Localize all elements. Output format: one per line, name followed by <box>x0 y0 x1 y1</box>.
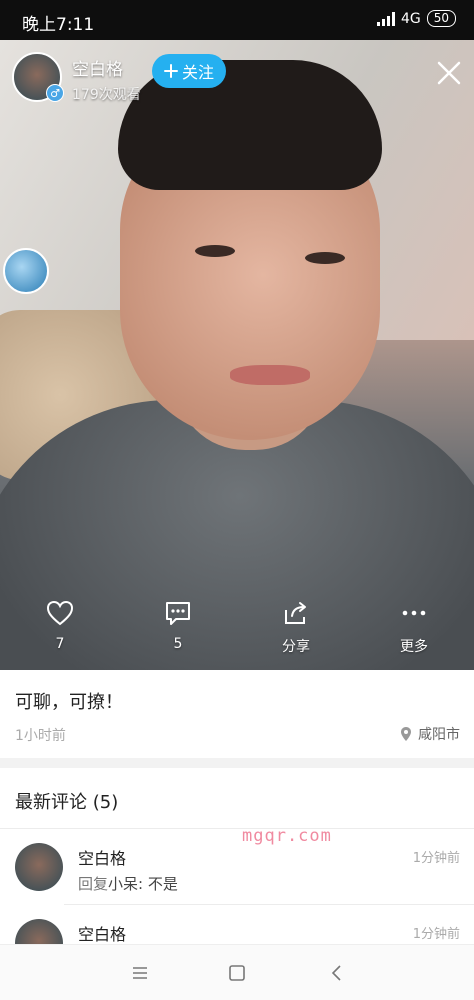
avatar[interactable]: ♂ <box>12 52 64 102</box>
comment-count: 5 <box>173 636 183 652</box>
comment-icon <box>166 602 190 625</box>
small-avatar[interactable] <box>3 248 49 294</box>
poster-name[interactable]: 空白格 <box>72 55 141 80</box>
action-bar: 7 5 分享 更多 <box>0 600 474 662</box>
comment-button[interactable]: 5 <box>148 600 208 652</box>
comment-text: 回复小呆: 不是 <box>78 873 178 894</box>
like-button[interactable]: 7 <box>30 600 90 652</box>
status-right: 4G 50 <box>376 10 456 27</box>
comment-author[interactable]: 空白格 <box>78 845 126 869</box>
battery-icon: 50 <box>426 10 456 27</box>
share-button[interactable]: 分享 <box>266 600 326 656</box>
view-count: 179次观看 <box>72 87 141 103</box>
location-label: 咸阳市 <box>418 727 460 743</box>
comment-time: 1分钟前 <box>412 927 460 942</box>
post-text: 可聊，可撩！ <box>15 692 123 713</box>
reply-prefix: 回复 <box>78 875 109 893</box>
follow-button[interactable]: 关注 <box>152 54 227 88</box>
close-icon[interactable] <box>434 58 464 88</box>
more-button[interactable]: 更多 <box>384 600 444 656</box>
comment-time: 1分钟前 <box>412 851 460 866</box>
comment-content: : 不是 <box>138 875 178 893</box>
reply-target[interactable]: 小呆 <box>108 875 138 893</box>
signal-icon <box>376 11 395 26</box>
post-body: 可聊，可撩！ 1小时前 咸阳市 <box>0 670 474 758</box>
system-nav-bar <box>0 944 474 1000</box>
heart-icon <box>46 600 74 626</box>
comment-item[interactable]: 空白格 1分钟前 回复小呆: 不是 <box>0 829 474 905</box>
more-icon <box>402 610 426 616</box>
comment-author[interactable]: 空白格 <box>78 921 126 945</box>
share-icon <box>285 602 306 624</box>
male-gender-icon: ♂ <box>46 84 64 102</box>
post-location[interactable]: 咸阳市 <box>400 724 460 744</box>
network-type: 4G <box>400 10 421 27</box>
avatar[interactable] <box>15 843 63 891</box>
comments-header: 最新评论 (5) <box>15 792 119 813</box>
post-time: 1小时前 <box>15 728 66 744</box>
back-icon[interactable] <box>325 963 349 983</box>
more-label: 更多 <box>400 639 428 655</box>
like-count: 7 <box>55 636 65 652</box>
follow-label: 关注 <box>182 63 215 82</box>
section-divider <box>0 758 474 768</box>
share-label: 分享 <box>282 639 310 655</box>
post-photo[interactable] <box>0 40 474 670</box>
location-icon <box>401 727 411 741</box>
poster-info: ♂ 空白格 179次观看 <box>12 52 141 104</box>
status-bar: 晚上7:11 4G 50 <box>0 0 474 40</box>
plus-icon <box>164 64 178 78</box>
status-time: 晚上7:11 <box>22 15 95 35</box>
menu-icon[interactable] <box>128 963 152 983</box>
home-icon[interactable] <box>225 963 249 983</box>
